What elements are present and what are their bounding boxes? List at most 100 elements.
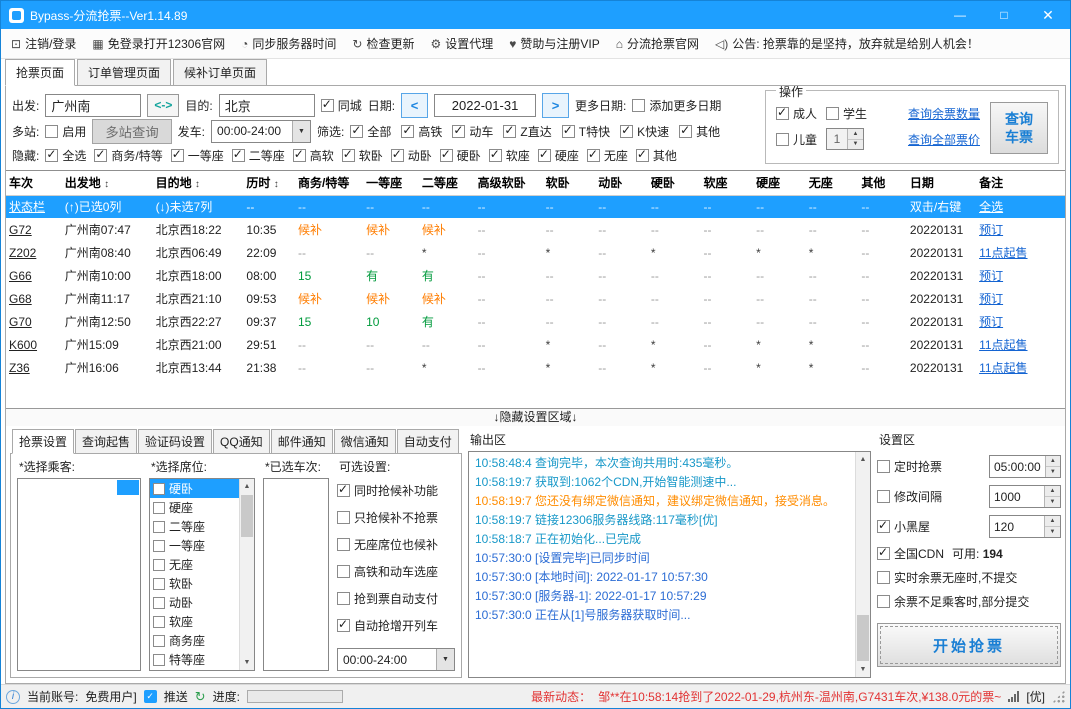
multi-station-query-button[interactable]: 多站查询 bbox=[92, 118, 172, 144]
student-checkbox[interactable]: 学生 bbox=[826, 105, 867, 122]
hide-checkbox-软座[interactable]: 软座 bbox=[488, 147, 530, 164]
hide-checkbox-高软[interactable]: 高软 bbox=[292, 147, 334, 164]
train-row[interactable]: Z36 广州16:06 北京西13:44 21:38 -- -- * -- * -- * -- * * --… bbox=[6, 356, 1065, 379]
hide-checkbox-商务/特等[interactable]: 商务/特等 bbox=[94, 147, 163, 164]
filter-checkbox-全部[interactable]: 全部 bbox=[350, 123, 391, 140]
next-date-button[interactable]: > bbox=[542, 92, 570, 118]
column-header-日期[interactable]: 日期 bbox=[906, 171, 977, 196]
scroll-up-icon[interactable]: ▲ bbox=[240, 479, 254, 494]
timed-grab-time-spinner[interactable]: 05:00:00 ▲ ▼ bbox=[989, 455, 1061, 478]
hide-checkbox-无座[interactable]: 无座 bbox=[586, 147, 628, 164]
toolbar-item[interactable]: ◔ 同步服务器时间 bbox=[241, 35, 336, 52]
output-box[interactable]: 10:58:48:4 查询完毕，本次查询共用时:435毫秒。 10:58:19:7… bbox=[468, 451, 871, 678]
grab-time-range-select[interactable]: 00:00-24:00 ▼ bbox=[337, 648, 455, 671]
depart-time-select[interactable]: 00:00-24:00 ▼ bbox=[211, 119, 312, 143]
tab-抢票设置[interactable]: 抢票设置 bbox=[12, 429, 75, 454]
child-count-spinner[interactable]: 1 ▲ ▼ bbox=[826, 128, 865, 150]
toolbar-item[interactable]: ↻ 检查更新 bbox=[352, 35, 414, 52]
column-header-历时[interactable]: 历时 ↕ bbox=[243, 171, 295, 196]
spinner-buttons[interactable]: ▲ ▼ bbox=[1044, 516, 1060, 537]
seat-option-一等座[interactable]: 一等座 bbox=[150, 536, 239, 555]
book-link[interactable]: 预订 bbox=[976, 264, 1065, 287]
spin-up-icon[interactable]: ▲ bbox=[848, 129, 864, 140]
toolbar-item[interactable]: ⊡ 注销/登录 bbox=[11, 35, 76, 52]
seat-option-软座[interactable]: 软座 bbox=[150, 612, 239, 631]
filter-checkbox-K快速[interactable]: K快速 bbox=[620, 123, 669, 140]
column-header-其他[interactable]: 其他 bbox=[858, 171, 907, 196]
toolbar-item[interactable]: ▦ 免登录打开12306官网 bbox=[92, 35, 225, 52]
train-row[interactable]: G70 广州南12:50 北京西22:27 09:37 15 10 有 -- -- -- -- -- -… bbox=[6, 310, 1065, 333]
spin-down-icon[interactable]: ▼ bbox=[1045, 497, 1060, 507]
spin-up-icon[interactable]: ▲ bbox=[1045, 486, 1060, 497]
column-header-车次[interactable]: 车次 bbox=[6, 171, 62, 196]
column-header-出发地[interactable]: 出发地 ↕ bbox=[61, 171, 153, 196]
hide-checkbox-软卧[interactable]: 软卧 bbox=[341, 147, 383, 164]
child-checkbox[interactable]: 儿童 bbox=[776, 131, 817, 148]
option-checkbox-只抢候补不抢票[interactable]: 只抢候补不抢票 bbox=[337, 509, 455, 526]
close-button[interactable]: ✕ bbox=[1026, 1, 1070, 29]
seat-option-商务座[interactable]: 商务座 bbox=[150, 631, 239, 650]
column-header-软座[interactable]: 软座 bbox=[700, 171, 754, 196]
filter-checkbox-其他[interactable]: 其他 bbox=[679, 123, 720, 140]
column-header-硬座[interactable]: 硬座 bbox=[753, 171, 806, 196]
timed-grab-checkbox[interactable]: 定时抢票 bbox=[877, 458, 942, 475]
column-header-一等座[interactable]: 一等座 bbox=[363, 171, 419, 196]
train-row[interactable]: G66 广州南10:00 北京西18:00 08:00 15 有 有 -- -- -- -- -- --… bbox=[6, 264, 1065, 287]
no-seat-checkbox[interactable]: 实时余票无座时,不提交 bbox=[877, 569, 1017, 586]
query-remaining-tickets-link[interactable]: 查询余票数量 bbox=[908, 105, 980, 122]
interval-spinner[interactable]: 1000 ▲ ▼ bbox=[989, 485, 1061, 508]
column-header-高级软卧[interactable]: 高级软卧 bbox=[474, 171, 543, 196]
spin-down-icon[interactable]: ▼ bbox=[848, 139, 864, 149]
cdn-checkbox[interactable]: 全国CDN bbox=[877, 545, 944, 562]
blackroom-spinner[interactable]: 120 ▲ ▼ bbox=[989, 515, 1061, 538]
seat-option-软卧[interactable]: 软卧 bbox=[150, 574, 239, 593]
hide-checkbox-其他[interactable]: 其他 bbox=[635, 147, 677, 164]
status-row[interactable]: 状态栏 (↑)已选0列 (↓)未选7列 -- -- -- -- -- -- -- -- -- -- -- -… bbox=[6, 195, 1065, 218]
hide-checkbox-硬座[interactable]: 硬座 bbox=[537, 147, 579, 164]
seat-option-硬座[interactable]: 硬座 bbox=[150, 498, 239, 517]
tab-候补订单页面[interactable]: 候补订单页面 bbox=[173, 59, 268, 86]
selected-trains-list[interactable] bbox=[263, 478, 329, 671]
spinner-buttons[interactable]: ▲ ▼ bbox=[847, 129, 864, 149]
hide-checkbox-硬卧[interactable]: 硬卧 bbox=[439, 147, 481, 164]
train-cell[interactable]: Z36 bbox=[6, 356, 62, 379]
scroll-down-icon[interactable]: ▼ bbox=[240, 655, 254, 670]
toolbar-item[interactable]: ⌂ 分流抢票官网 bbox=[616, 35, 699, 52]
tab-自动支付[interactable]: 自动支付 bbox=[396, 429, 459, 454]
column-header-软卧[interactable]: 软卧 bbox=[542, 171, 596, 196]
tab-验证码设置[interactable]: 验证码设置 bbox=[138, 429, 213, 454]
spinner-buttons[interactable]: ▲ ▼ bbox=[1044, 456, 1060, 477]
book-link[interactable]: 11点起售 bbox=[976, 356, 1065, 379]
tab-微信通知[interactable]: 微信通知 bbox=[333, 429, 396, 454]
adult-checkbox[interactable]: 成人 bbox=[776, 105, 817, 122]
seat-list[interactable]: 硬卧 硬座 二等座 一等座 无座 软卧 动卧 软座 商务座 特等座 ▲ ▼ bbox=[149, 478, 255, 671]
toolbar-item[interactable]: ⚙ 设置代理 bbox=[430, 35, 493, 52]
toolbar-item[interactable]: ◁) 公告: 抢票靠的是坚持，放弃就是给别人机会！ bbox=[715, 35, 979, 52]
train-cell[interactable]: G72 bbox=[6, 218, 62, 241]
minimize-button[interactable]: — bbox=[938, 1, 982, 29]
train-row[interactable]: G72 广州南07:47 北京西18:22 10:35 候补 候补 候补 -- -- -- -- --… bbox=[6, 218, 1065, 241]
seat-option-动卧[interactable]: 动卧 bbox=[150, 593, 239, 612]
tab-QQ通知[interactable]: QQ通知 bbox=[213, 429, 270, 454]
seat-option-二等座[interactable]: 二等座 bbox=[150, 517, 239, 536]
train-row[interactable]: K600 广州15:09 北京西21:00 29:51 -- -- -- -- * -- * -- * *… bbox=[6, 333, 1065, 356]
same-city-checkbox[interactable]: 同城 bbox=[320, 97, 362, 114]
column-header-目的地[interactable]: 目的地 ↕ bbox=[152, 171, 244, 196]
option-checkbox-抢到票自动支付[interactable]: 抢到票自动支付 bbox=[337, 590, 455, 607]
tab-邮件通知[interactable]: 邮件通知 bbox=[270, 429, 333, 454]
spin-down-icon[interactable]: ▼ bbox=[1045, 527, 1060, 537]
date-input[interactable]: 2022-01-31 bbox=[434, 93, 537, 117]
column-header-备注[interactable]: 备注 bbox=[976, 171, 1065, 196]
train-cell[interactable]: G66 bbox=[6, 264, 62, 287]
maximize-button[interactable]: □ bbox=[982, 1, 1026, 29]
spin-up-icon[interactable]: ▲ bbox=[1045, 516, 1060, 527]
seat-option-特等座[interactable]: 特等座 bbox=[150, 650, 239, 669]
train-row[interactable]: G68 广州南11:17 北京西21:10 09:53 候补 候补 候补 -- -- -- -- --… bbox=[6, 287, 1065, 310]
filter-checkbox-T特快[interactable]: T特快 bbox=[561, 123, 610, 140]
query-tickets-button[interactable]: 查询车票 bbox=[990, 102, 1048, 154]
train-cell[interactable]: Z202 bbox=[6, 241, 62, 264]
output-scrollbar[interactable]: ▲ ▼ bbox=[855, 452, 870, 677]
select-all-link[interactable]: 全选 bbox=[976, 195, 1065, 218]
query-all-prices-link[interactable]: 查询全部票价 bbox=[908, 131, 980, 148]
hide-settings-divider[interactable]: ↓隐藏设置区域↓ bbox=[6, 408, 1065, 426]
